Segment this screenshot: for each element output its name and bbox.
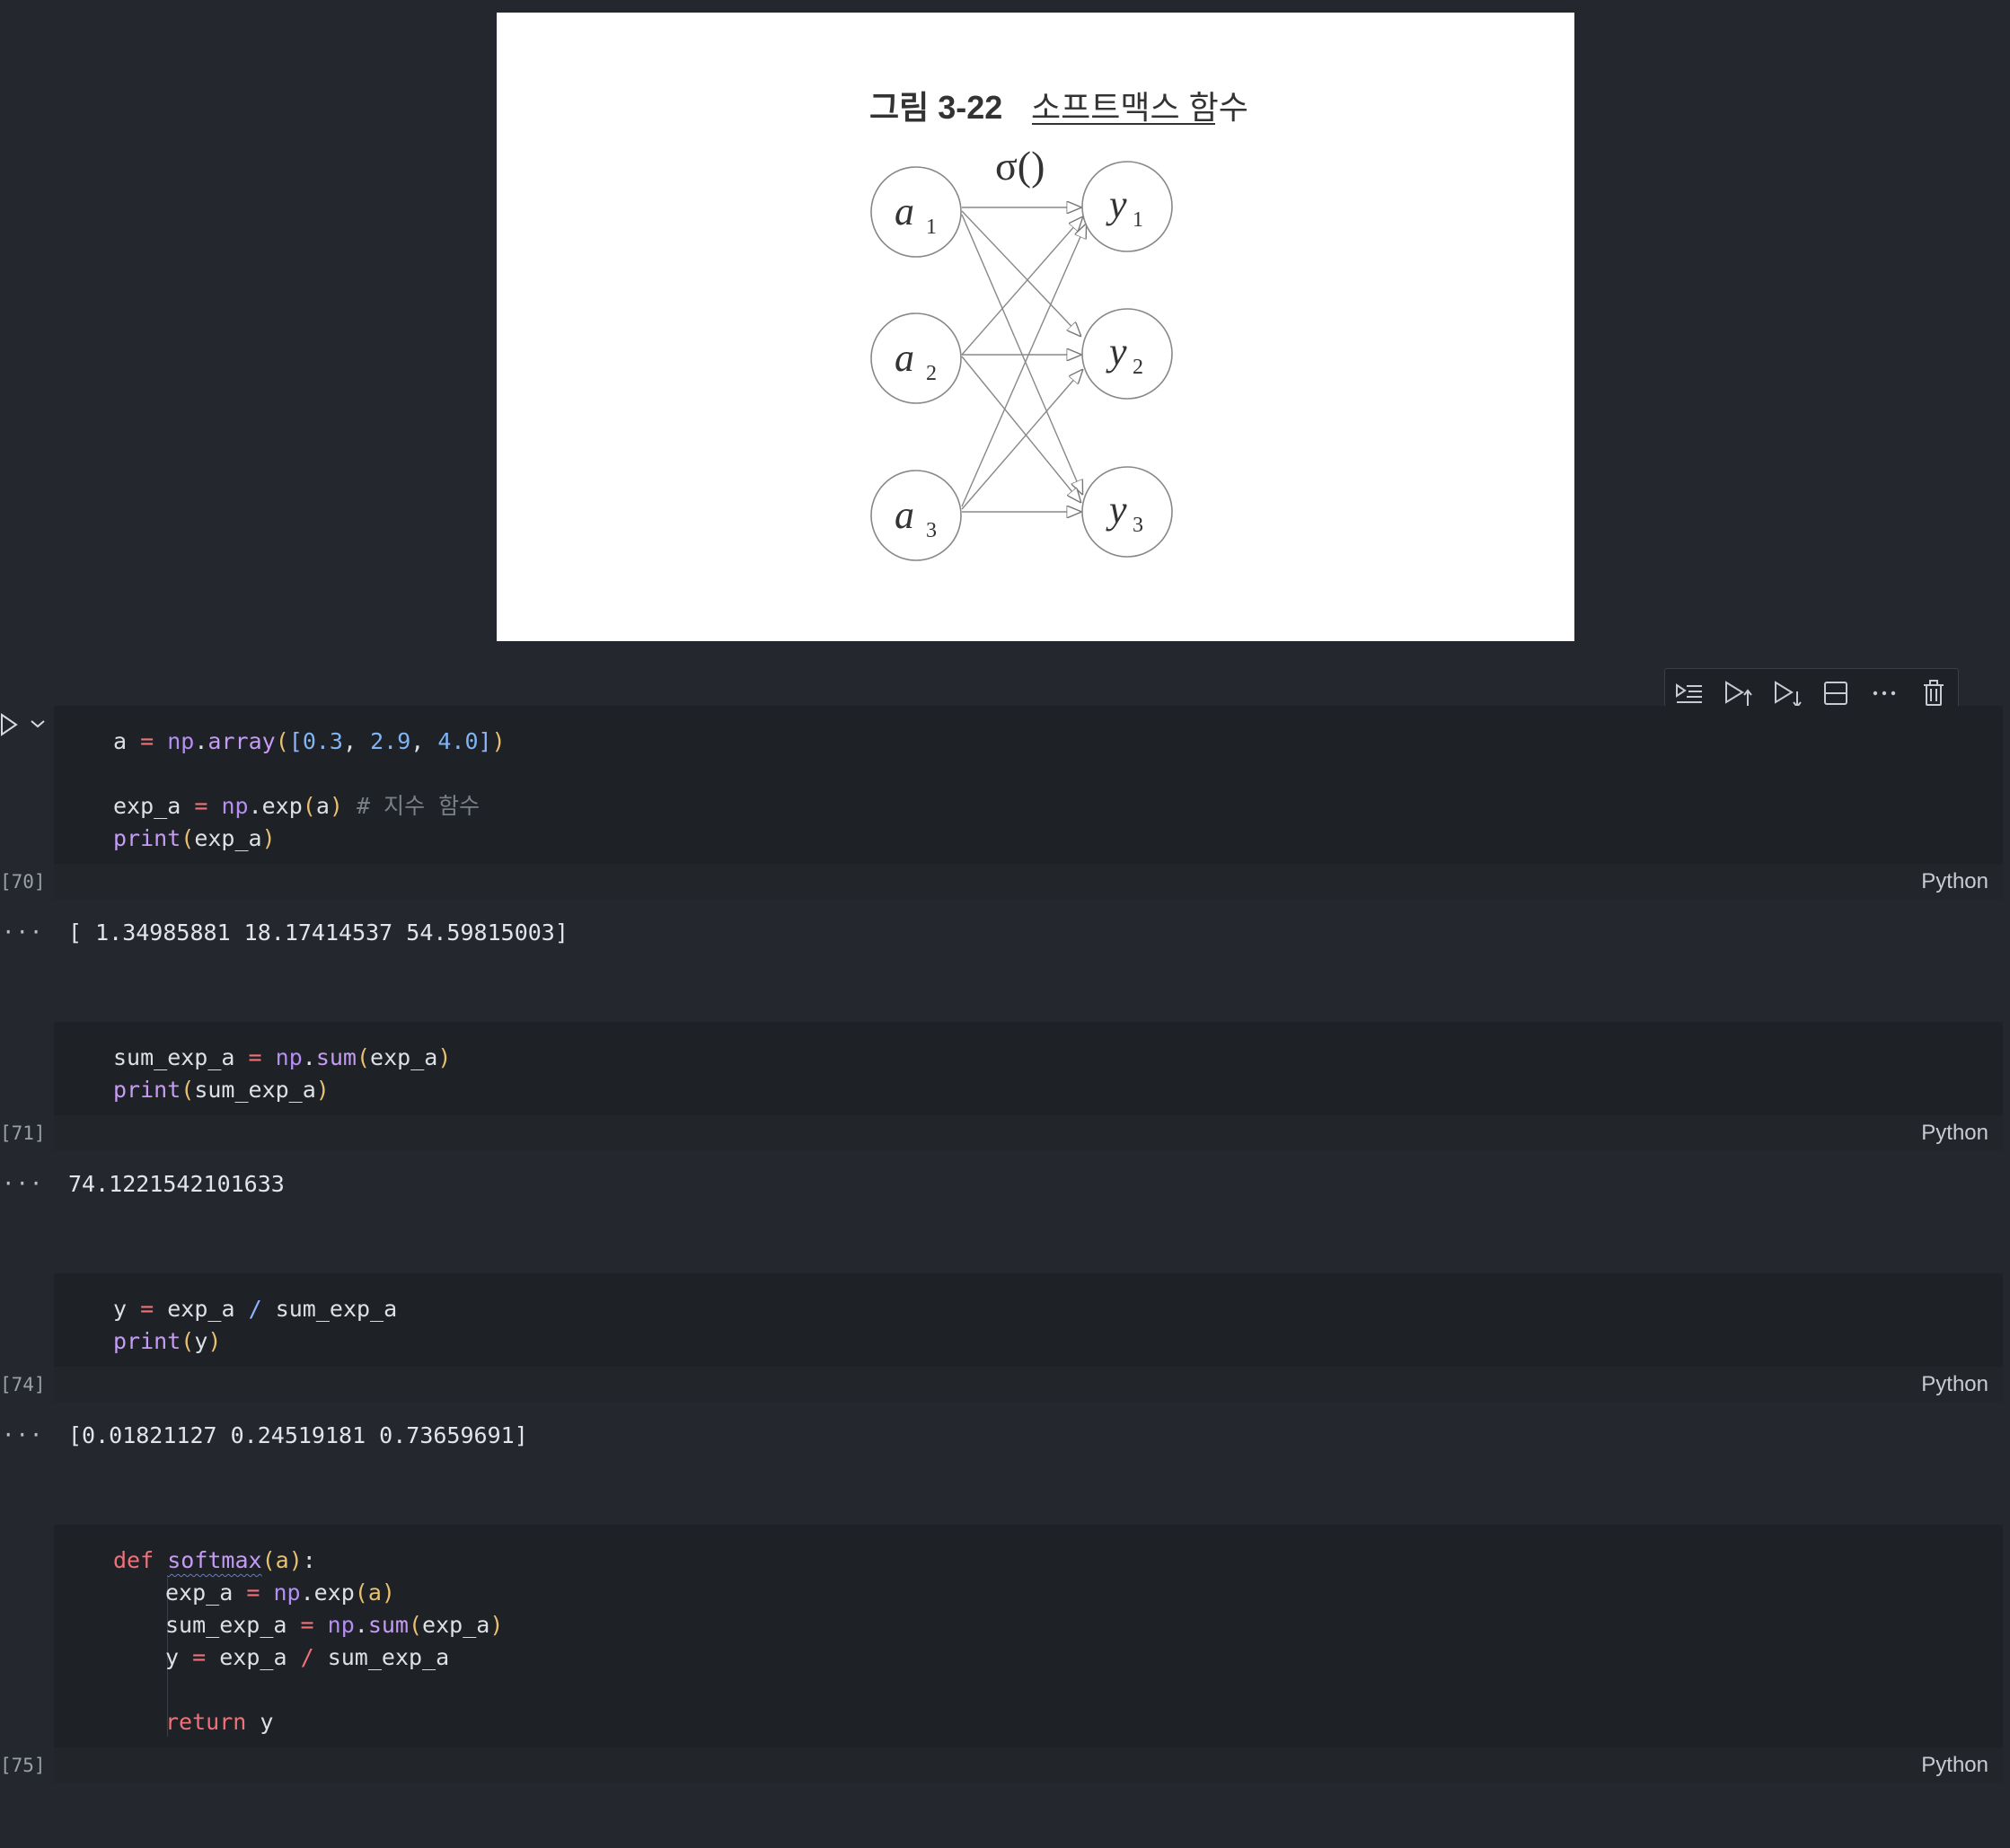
run-cell-icon[interactable] — [1, 713, 18, 736]
code-line: exp_a = np.exp(a) # 지수 함수 — [113, 793, 480, 819]
output-menu-icon[interactable]: ··· — [2, 1171, 43, 1196]
cell-language-label[interactable]: Python — [1921, 869, 1988, 894]
code-line: sum_exp_a = np.sum(exp_a) — [165, 1612, 504, 1638]
cell-output: [0.01821127 0.24519181 0.73659691] — [68, 1422, 528, 1448]
node-y2 — [1081, 308, 1173, 400]
input-nodes: a 1 a 2 a 3 — [870, 166, 962, 561]
code-line: return y — [165, 1709, 274, 1735]
code-line: print(exp_a) — [113, 825, 276, 851]
cell-status-bar: Python — [54, 1115, 2003, 1151]
cell-language-label[interactable]: Python — [1921, 1121, 1988, 1146]
output-nodes: y 1 y 2 y 3 — [1081, 161, 1173, 558]
node-a3 — [870, 470, 962, 561]
softmax-diagram: 그림 3-22 소프트맥스 함수 σ() a 1 a 2 a 3 y 1 y 2… — [869, 89, 1248, 561]
node-y1-label: y — [1106, 182, 1127, 226]
node-a3-subscript: 3 — [926, 519, 937, 542]
node-y1 — [1081, 161, 1173, 252]
node-a3-label: a — [895, 493, 914, 537]
cell-language-label[interactable]: Python — [1921, 1372, 1988, 1397]
execute-above-icon — [1725, 681, 1753, 706]
cell-output: 74.1221542101633 — [68, 1171, 285, 1197]
node-y2-subscript: 2 — [1133, 356, 1143, 379]
code-line: def softmax(a): — [113, 1547, 316, 1573]
execute-below-icon — [1774, 681, 1802, 708]
delete-icon — [1923, 680, 1944, 706]
cell-run-controls — [0, 712, 54, 743]
cell-status-bar: Python — [54, 1747, 2003, 1783]
node-a1-label: a — [895, 189, 914, 233]
arrow-a2-y1 — [961, 217, 1082, 356]
code-line: print(sum_exp_a) — [113, 1077, 330, 1103]
figure-title-number: 그림 3-22 — [869, 89, 1002, 126]
softmax-figure-image: 그림 3-22 소프트맥스 함수 σ() a 1 a 2 a 3 y 1 y 2… — [497, 13, 1574, 641]
arrow-a3-y2 — [961, 370, 1082, 510]
code-line: exp_a = np.exp(a) — [165, 1580, 395, 1606]
arrow-a2-y3 — [961, 356, 1080, 502]
more-icon — [1873, 691, 1896, 696]
node-y3-label: y — [1106, 488, 1127, 532]
code-line: a = np.array([0.3, 2.9, 4.0]) — [113, 728, 506, 754]
cell-status-bar: Python — [54, 864, 2003, 900]
node-a1 — [870, 166, 962, 258]
node-y2-label: y — [1106, 330, 1127, 374]
code-line: y = exp_a / sum_exp_a — [113, 1296, 398, 1322]
node-a1-subscript: 1 — [926, 216, 937, 239]
split-cell-icon — [1824, 682, 1848, 705]
node-y3 — [1081, 466, 1173, 558]
code-line: print(y) — [113, 1328, 222, 1354]
run-by-line-icon — [1676, 683, 1703, 703]
chevron-down-icon[interactable] — [31, 720, 45, 728]
sigma-label: σ() — [995, 143, 1045, 189]
output-menu-icon[interactable]: ··· — [2, 1422, 43, 1448]
node-a2-label: a — [895, 336, 914, 380]
figure-title-text: 소프트맥스 함수 — [1031, 89, 1248, 126]
arrow-a1-y2 — [961, 210, 1080, 336]
cell-language-label[interactable]: Python — [1921, 1753, 1988, 1778]
output-menu-icon[interactable]: ··· — [2, 920, 43, 945]
node-a2 — [870, 312, 962, 404]
code-line: sum_exp_a = np.sum(exp_a) — [113, 1044, 452, 1070]
arrow-a3-y1 — [961, 224, 1086, 507]
code-cell-75[interactable]: def softmax(a): exp_a = np.exp(a) sum_ex… — [54, 1525, 2003, 1783]
execution-count: [70] — [0, 871, 46, 893]
cell-output: [ 1.34985881 18.17414537 54.59815003] — [68, 920, 569, 946]
node-a2-subscript: 2 — [926, 362, 937, 385]
cell-status-bar: Python — [54, 1367, 2003, 1403]
execution-count: [75] — [0, 1755, 46, 1776]
node-y1-subscript: 1 — [1133, 208, 1143, 232]
code-line: y = exp_a / sum_exp_a — [165, 1644, 450, 1670]
connection-arrows — [961, 207, 1086, 512]
execution-count: [71] — [0, 1122, 46, 1144]
node-y3-subscript: 3 — [1133, 514, 1143, 537]
execution-count: [74] — [0, 1374, 46, 1395]
